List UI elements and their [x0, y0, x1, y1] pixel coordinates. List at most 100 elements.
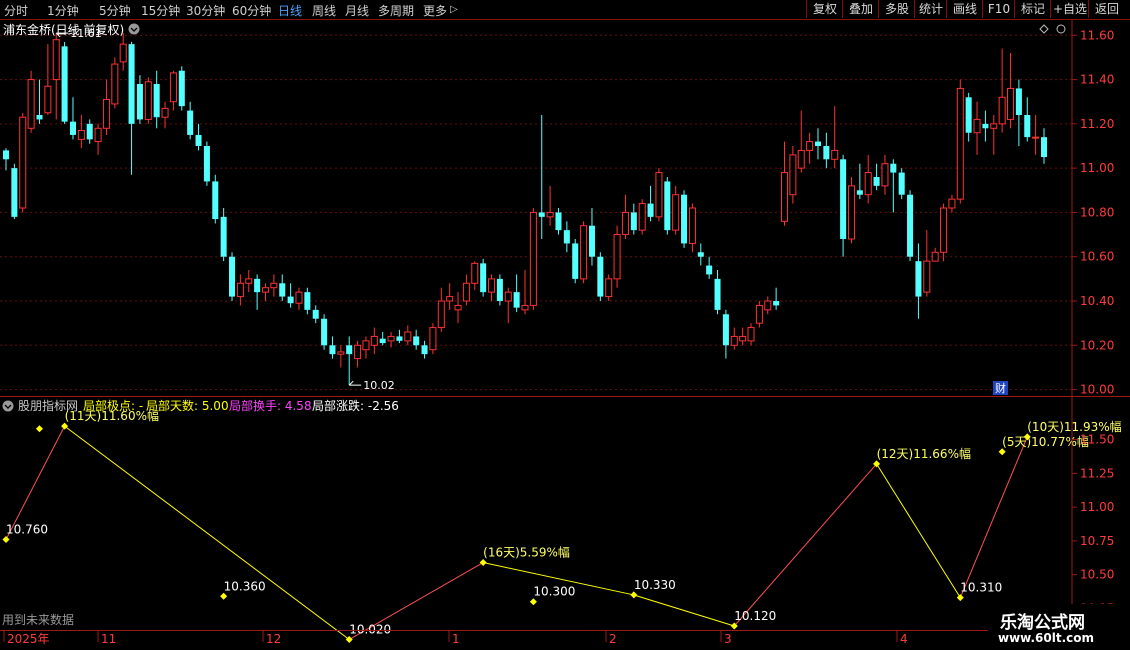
candle-body — [613, 234, 621, 280]
candle — [973, 101, 981, 155]
candle-body — [346, 345, 353, 355]
cai-badge[interactable]: 财 — [993, 381, 1008, 395]
draw-line-button[interactable]: 画线 — [946, 0, 983, 18]
candle-body — [203, 146, 210, 182]
stats-button[interactable]: 统计 — [914, 0, 947, 18]
candle — [948, 194, 956, 213]
period-daily[interactable]: 日线 — [278, 2, 302, 19]
candle-body — [354, 344, 362, 360]
candle — [890, 159, 897, 213]
candle — [814, 128, 821, 160]
candle-body — [521, 304, 529, 311]
circle-icon[interactable] — [1056, 24, 1066, 34]
period-weekly[interactable]: 周线 — [312, 2, 336, 19]
candle — [588, 208, 595, 266]
period-multi[interactable]: 多周期 — [378, 2, 414, 19]
chevron-down-icon[interactable] — [2, 400, 14, 412]
y-tick-label: 11.25 — [1080, 466, 1114, 480]
candle — [688, 203, 696, 253]
candle — [69, 97, 76, 140]
candle — [261, 283, 270, 301]
candle — [27, 70, 35, 133]
candle — [847, 177, 855, 244]
candle-body — [329, 345, 336, 355]
zigzag-label: 10.300 — [533, 585, 575, 599]
candle — [454, 292, 462, 324]
period-more[interactable]: 更多 — [423, 2, 447, 19]
candle — [923, 230, 931, 297]
candle — [998, 48, 1006, 133]
x-tick-label: 4 — [900, 632, 908, 646]
period-1min[interactable]: 1分钟 — [47, 2, 79, 19]
candle-body — [755, 304, 763, 324]
candle-body — [454, 304, 462, 311]
period-30min[interactable]: 30分钟 — [186, 2, 225, 19]
period-5min[interactable]: 5分钟 — [99, 2, 131, 19]
candle-body — [446, 296, 454, 302]
candle-body — [161, 107, 169, 118]
candle — [187, 101, 194, 140]
period-15min[interactable]: 15分钟 — [141, 2, 180, 19]
candle — [462, 274, 470, 306]
zigzag-point — [35, 425, 43, 433]
candle-body — [864, 172, 872, 196]
x-tick-label: 2 — [609, 632, 617, 646]
candle — [220, 208, 227, 262]
candle — [1040, 128, 1048, 164]
chevron-down-icon[interactable] — [128, 23, 140, 35]
candle-body — [605, 278, 613, 298]
cai-badge-text: 财 — [995, 381, 1006, 395]
candle — [387, 332, 395, 348]
candle — [178, 66, 185, 111]
zigzag-point — [956, 594, 964, 602]
candle — [773, 287, 780, 310]
candle-body — [27, 79, 35, 129]
overlay-button[interactable]: 叠加 — [842, 0, 879, 18]
period-monthly[interactable]: 月线 — [345, 2, 369, 19]
candle-body — [881, 163, 889, 187]
candle-body — [128, 44, 135, 124]
candle — [504, 287, 512, 324]
candle-body — [1040, 137, 1048, 158]
candle-body — [19, 116, 27, 209]
candle-body — [229, 256, 236, 297]
candle — [907, 190, 914, 262]
main-frame — [0, 20, 1130, 397]
multi-stock-button[interactable]: 多股 — [878, 0, 915, 18]
candle — [806, 132, 814, 164]
low-price-label: 10.02 — [363, 379, 395, 392]
candle — [128, 41, 135, 175]
back-button[interactable]: 返回 — [1088, 0, 1125, 18]
candle-body — [11, 168, 18, 217]
candle — [898, 168, 905, 200]
candle — [546, 185, 554, 226]
chevron-right-icon[interactable]: ▷ — [450, 4, 458, 15]
y-tick-label: 11.50 — [1080, 433, 1114, 447]
y-tick-label: 11.20 — [1080, 117, 1114, 131]
candle — [471, 261, 479, 290]
add-watchlist-button[interactable]: +自选 — [1050, 0, 1089, 18]
candle-body — [780, 172, 789, 222]
candle — [321, 314, 328, 350]
candlestick-series — [2, 33, 1048, 386]
candle-body — [462, 282, 470, 302]
f10-button[interactable]: F10 — [982, 0, 1015, 18]
candle — [1007, 53, 1015, 129]
candle — [413, 329, 420, 350]
mark-button[interactable]: 标记 — [1014, 0, 1051, 18]
candle — [304, 287, 311, 315]
candle-body — [44, 85, 52, 114]
period-fenshi[interactable]: 分时 — [4, 2, 28, 19]
candle — [19, 112, 27, 213]
candle-body — [178, 70, 185, 107]
candle — [697, 243, 704, 266]
candle-body — [77, 130, 85, 140]
diamond-icon[interactable] — [1039, 24, 1049, 34]
fuquan-button[interactable]: 复权 — [806, 0, 843, 18]
candle — [61, 41, 68, 124]
y-tick-label: 10.50 — [1080, 568, 1114, 582]
zigzag-label: 10.020 — [349, 623, 391, 637]
candle — [722, 309, 729, 359]
period-60min[interactable]: 60分钟 — [232, 2, 271, 19]
main-y-axis: 11.60 11.40 11.20 11.00 10.80 10.60 10.40 10.20… — [1072, 28, 1114, 397]
